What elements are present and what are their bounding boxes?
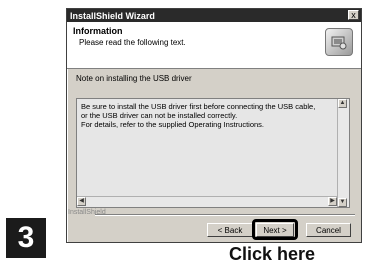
scroll-up-arrow-icon[interactable]: ▲ xyxy=(338,99,347,108)
footer-divider xyxy=(95,214,355,216)
note-label: Note on installing the USB driver xyxy=(76,74,192,83)
back-button[interactable]: < Back xyxy=(207,223,253,237)
header-subtitle: Please read the following text. xyxy=(79,38,186,47)
installshield-brand-label: InstallShield xyxy=(68,209,106,216)
horizontal-scrollbar[interactable]: ◀ ▶ xyxy=(77,196,337,207)
next-button-highlight xyxy=(252,219,298,240)
close-icon: x xyxy=(351,10,356,20)
header-title: Information xyxy=(73,26,123,36)
vertical-scrollbar[interactable]: ▲ ▼ xyxy=(337,99,349,207)
installshield-dialog: InstallShield Wizard x Information Pleas… xyxy=(66,8,362,243)
close-button[interactable]: x xyxy=(348,10,359,20)
window-title: InstallShield Wizard xyxy=(70,10,155,21)
header-panel: Information Please read the following te… xyxy=(67,22,361,69)
scroll-down-arrow-icon[interactable]: ▼ xyxy=(338,198,347,207)
installer-icon xyxy=(325,28,353,56)
scroll-right-arrow-icon[interactable]: ▶ xyxy=(328,197,337,206)
title-bar: InstallShield Wizard x xyxy=(67,9,361,22)
scroll-left-arrow-icon[interactable]: ◀ xyxy=(77,197,86,206)
information-text: Be sure to install the USB driver first … xyxy=(81,102,316,129)
cancel-button[interactable]: Cancel xyxy=(306,223,351,237)
information-text-area[interactable]: Be sure to install the USB driver first … xyxy=(76,98,350,208)
click-here-caption: Click here xyxy=(229,244,316,264)
step-number-badge: 3 xyxy=(6,218,46,258)
